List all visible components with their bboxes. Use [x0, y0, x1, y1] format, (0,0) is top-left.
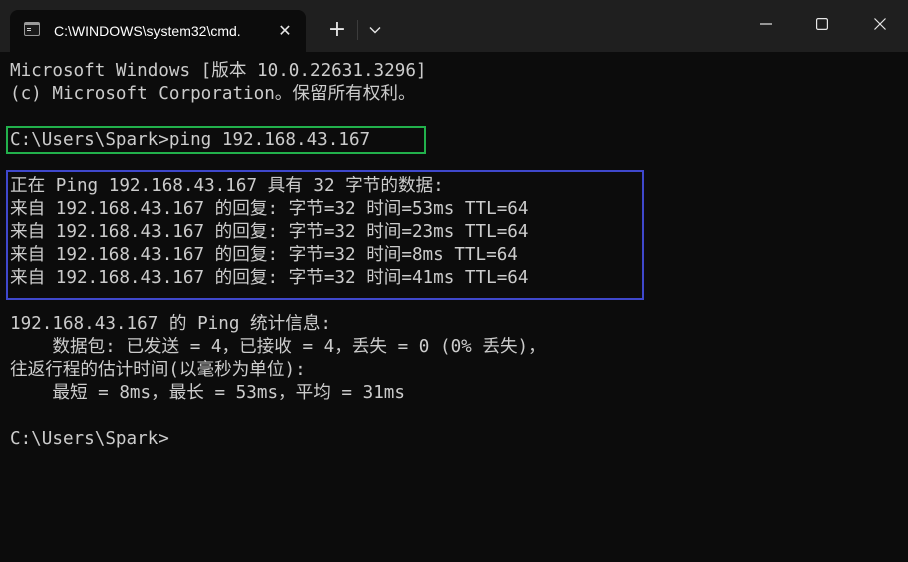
tab-title: C:\WINDOWS\system32\cmd.	[54, 23, 241, 39]
close-tab-button[interactable]: ✕	[272, 18, 298, 44]
close-window-button[interactable]	[852, 0, 908, 48]
tab-divider	[357, 20, 358, 40]
close-icon	[874, 18, 886, 30]
chevron-down-icon	[369, 27, 381, 34]
console-prompt[interactable]: C:\Users\Spark>	[10, 428, 169, 451]
console-output[interactable]: Microsoft Windows [版本 10.0.22631.3296] (…	[0, 52, 908, 562]
tab-dropdown-button[interactable]	[360, 14, 390, 46]
console-line: Microsoft Windows [版本 10.0.22631.3296]	[10, 61, 427, 81]
terminal-icon	[24, 22, 40, 36]
title-bar: C:\WINDOWS\system32\cmd. ✕ +	[0, 0, 908, 52]
console-line: 数据包: 已发送 = 4，已接收 = 4，丢失 = 0 (0% 丢失)，	[10, 337, 546, 357]
minimize-button[interactable]	[738, 0, 794, 48]
console-line: (c) Microsoft Corporation。保留所有权利。	[10, 84, 416, 104]
console-reply-line: 来自 192.168.43.167 的回复: 字节=32 时间=41ms TTL…	[10, 268, 529, 288]
new-tab-button[interactable]: +	[320, 14, 354, 46]
console-reply-line: 来自 192.168.43.167 的回复: 字节=32 时间=8ms TTL=…	[10, 245, 518, 265]
console-reply-line: 来自 192.168.43.167 的回复: 字节=32 时间=23ms TTL…	[10, 222, 529, 242]
console-line: 往返行程的估计时间(以毫秒为单位):	[10, 360, 306, 380]
maximize-icon	[816, 18, 828, 30]
maximize-button[interactable]	[794, 0, 850, 48]
minimize-icon	[760, 23, 772, 25]
console-line: 192.168.43.167 的 Ping 统计信息:	[10, 314, 332, 334]
tab-cmd[interactable]: C:\WINDOWS\system32\cmd. ✕	[10, 10, 306, 52]
console-command-line: C:\Users\Spark>ping 192.168.43.167	[10, 130, 371, 150]
console-line: 正在 Ping 192.168.43.167 具有 32 字节的数据:	[10, 176, 444, 196]
console-reply-line: 来自 192.168.43.167 的回复: 字节=32 时间=53ms TTL…	[10, 199, 529, 219]
console-line: 最短 = 8ms，最长 = 53ms，平均 = 31ms	[10, 383, 405, 403]
terminal-window: C:\WINDOWS\system32\cmd. ✕ + Microsoft W…	[0, 0, 908, 562]
